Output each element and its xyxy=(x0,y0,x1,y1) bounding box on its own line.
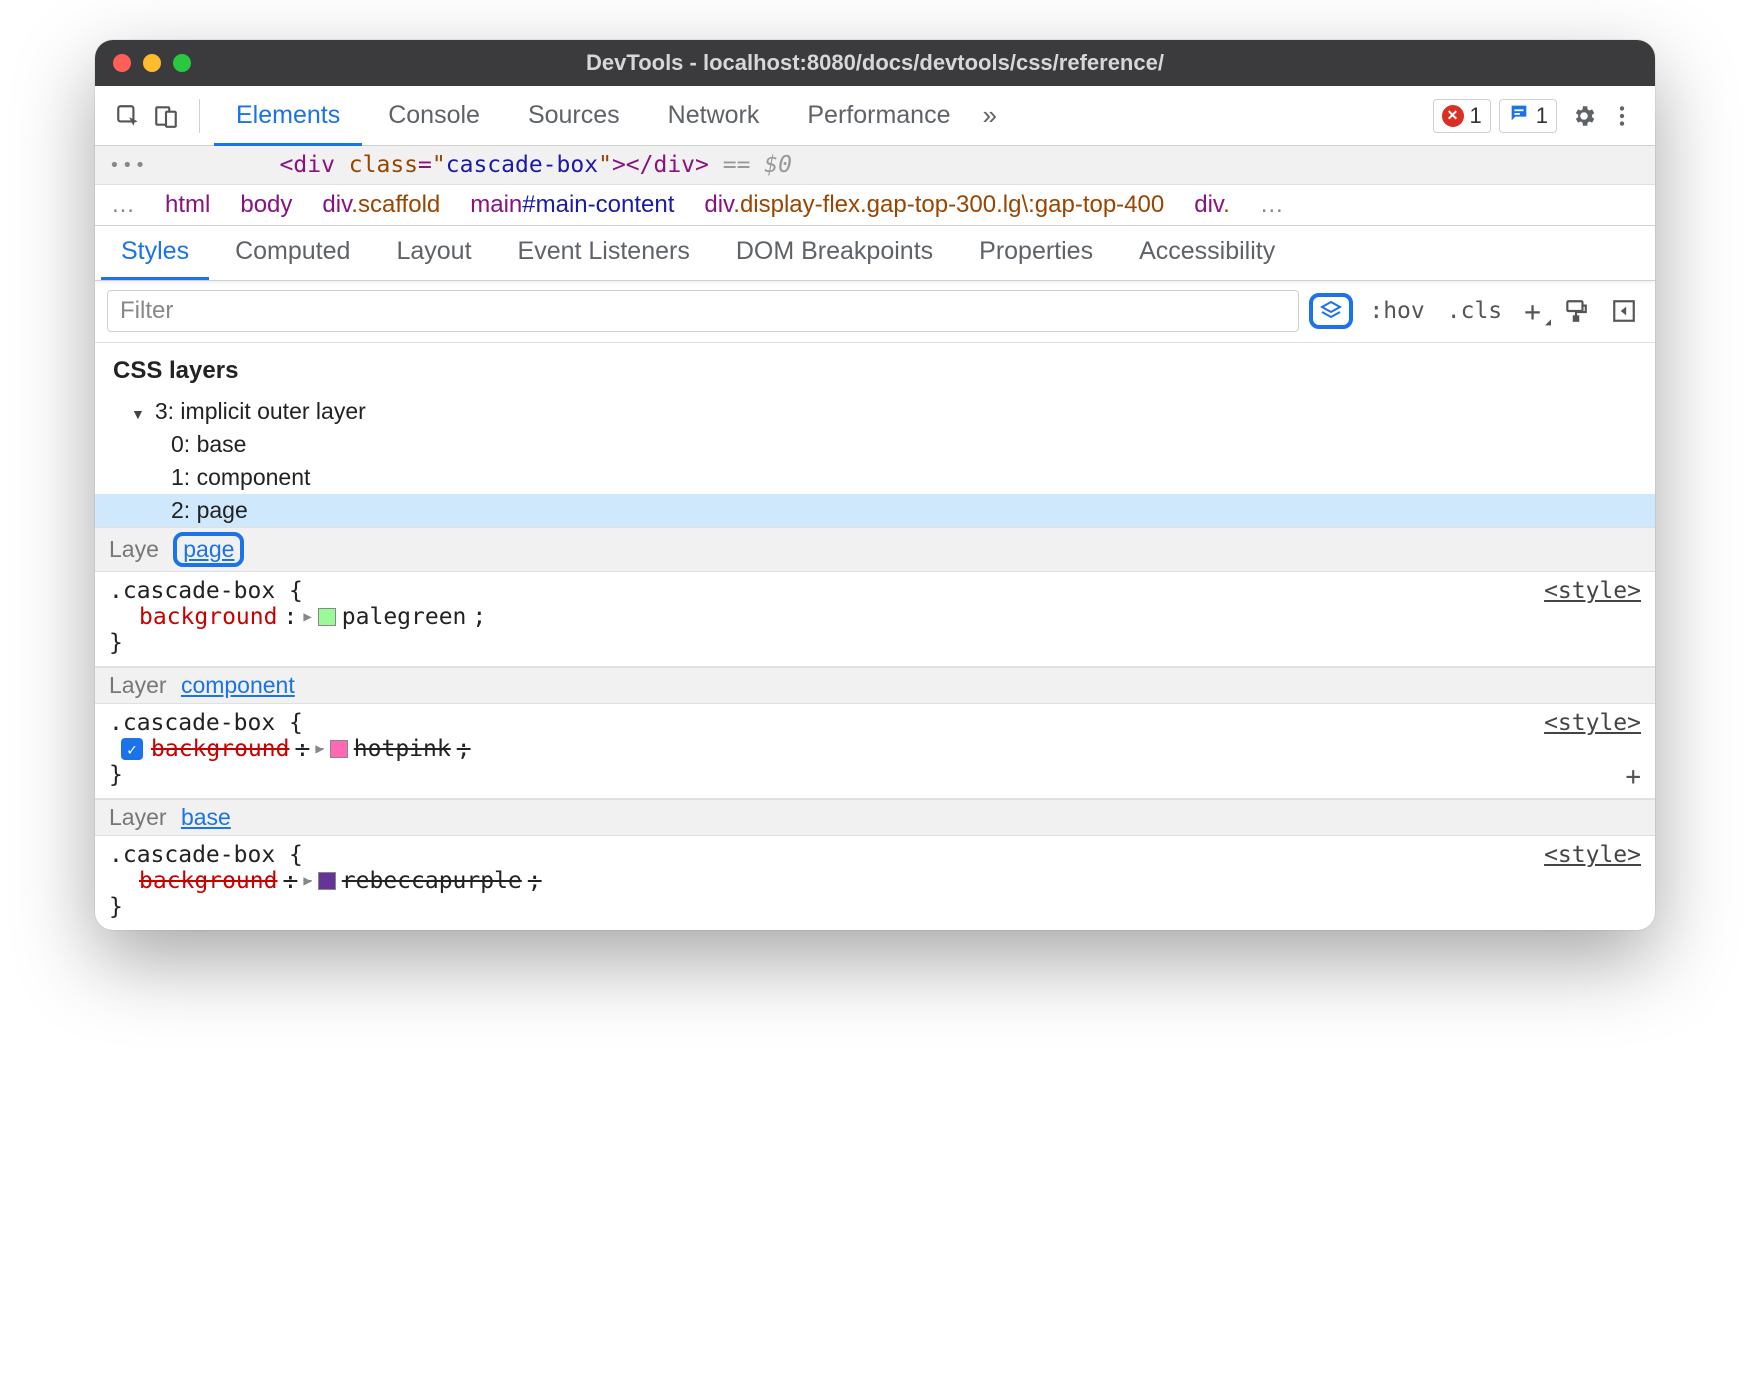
kebab-menu-icon[interactable] xyxy=(1603,97,1641,135)
expand-shorthand-icon[interactable]: ▶ xyxy=(303,609,311,625)
crumb-overflow-left[interactable]: … xyxy=(111,191,135,219)
devtools-window: DevTools - localhost:8080/docs/devtools/… xyxy=(95,40,1655,930)
subtab-layout[interactable]: Layout xyxy=(376,226,491,280)
layer-label-page: Laye page xyxy=(95,527,1655,572)
issues-badge[interactable]: 1 xyxy=(1499,99,1557,133)
subtab-styles[interactable]: Styles xyxy=(101,226,209,280)
styles-subtabs: Styles Computed Layout Event Listeners D… xyxy=(95,226,1655,280)
layer-link-page[interactable]: page xyxy=(173,532,244,567)
subtab-dom-breakpoints[interactable]: DOM Breakpoints xyxy=(716,226,953,280)
rule-selector[interactable]: .cascade-box xyxy=(109,710,275,736)
issues-count: 1 xyxy=(1536,103,1548,129)
crumb-div-trail[interactable]: div. xyxy=(1194,191,1230,219)
tab-performance[interactable]: Performance xyxy=(785,87,972,146)
crumb-div-flex[interactable]: div.display-flex.gap-top-300.lg\:gap-top… xyxy=(704,191,1164,219)
close-window-button[interactable] xyxy=(113,54,131,72)
css-rule-base[interactable]: <style> .cascade-box { background: ▶ reb… xyxy=(95,836,1655,930)
declaration-checkbox[interactable]: ✓ xyxy=(121,738,143,760)
crumb-main[interactable]: main#main-content xyxy=(470,191,674,219)
toggle-layers-button[interactable] xyxy=(1309,293,1353,329)
color-swatch[interactable] xyxy=(330,740,348,758)
styles-filter-row: :hov .cls +◢ xyxy=(95,280,1655,343)
paint-icon[interactable] xyxy=(1557,292,1595,330)
main-tabs: Elements Console Sources Network Perform… xyxy=(214,86,972,145)
hov-button[interactable]: :hov xyxy=(1363,296,1430,326)
tab-sources[interactable]: Sources xyxy=(506,87,642,146)
issues-icon xyxy=(1508,102,1530,130)
rule-selector[interactable]: .cascade-box xyxy=(109,578,275,604)
subtab-accessibility[interactable]: Accessibility xyxy=(1119,226,1295,280)
css-rule-page[interactable]: <style> .cascade-box { background: ▶ pal… xyxy=(95,572,1655,667)
subtab-properties[interactable]: Properties xyxy=(959,226,1113,280)
layer-link-component[interactable]: component xyxy=(181,672,295,699)
settings-icon[interactable] xyxy=(1565,97,1603,135)
css-rule-component[interactable]: <style> + .cascade-box { ✓ background: ▶… xyxy=(95,704,1655,799)
expand-shorthand-icon[interactable]: ▶ xyxy=(315,741,323,757)
main-toolbar: Elements Console Sources Network Perform… xyxy=(95,86,1655,146)
rule-selector[interactable]: .cascade-box xyxy=(109,842,275,868)
dom-breadcrumb: … html body div.scaffold main#main-conte… xyxy=(95,185,1655,226)
layer-link-base[interactable]: base xyxy=(181,804,231,831)
error-icon: ✕ xyxy=(1442,105,1464,127)
errors-badge[interactable]: ✕ 1 xyxy=(1433,99,1491,133)
crumb-body[interactable]: body xyxy=(240,191,292,219)
tab-network[interactable]: Network xyxy=(646,87,782,146)
layer-row-page[interactable]: 2: page xyxy=(95,494,1655,527)
subtab-computed[interactable]: Computed xyxy=(215,226,370,280)
rule-source-link[interactable]: <style> xyxy=(1544,842,1641,868)
color-swatch[interactable] xyxy=(318,608,336,626)
css-layers-tree: 3: implicit outer layer 0: base 1: compo… xyxy=(95,395,1655,527)
css-declaration[interactable]: background: ▶ palegreen; xyxy=(109,604,1641,630)
errors-count: 1 xyxy=(1470,103,1482,129)
layer-row-base[interactable]: 0: base xyxy=(95,428,1655,461)
window-controls xyxy=(113,54,191,72)
subtab-event-listeners[interactable]: Event Listeners xyxy=(498,226,710,280)
css-layers-heading: CSS layers xyxy=(95,343,1655,395)
layers-icon xyxy=(1319,299,1343,323)
minimize-window-button[interactable] xyxy=(143,54,161,72)
titlebar: DevTools - localhost:8080/docs/devtools/… xyxy=(95,40,1655,86)
new-rule-button[interactable]: +◢ xyxy=(1518,293,1547,330)
rule-source-link[interactable]: <style> xyxy=(1544,578,1641,604)
window-title: DevTools - localhost:8080/docs/devtools/… xyxy=(95,50,1655,76)
separator xyxy=(199,99,200,133)
color-swatch[interactable] xyxy=(318,872,336,890)
inspect-element-icon[interactable] xyxy=(109,97,147,135)
expand-shorthand-icon[interactable]: ▶ xyxy=(303,873,311,889)
css-declaration[interactable]: background: ▶ rebeccapurple; xyxy=(109,868,1641,894)
filter-input[interactable] xyxy=(107,290,1299,332)
crumb-div-scaffold[interactable]: div.scaffold xyxy=(322,191,440,219)
css-declaration[interactable]: ✓ background: ▶ hotpink; xyxy=(109,736,1641,762)
layer-label-base: Layer base xyxy=(95,799,1655,836)
ellipsis-icon: ••• xyxy=(109,155,148,176)
crumb-overflow-right[interactable]: … xyxy=(1260,191,1284,219)
dom-preview-line[interactable]: ••• <div class="cascade-box"></div> == $… xyxy=(95,146,1655,185)
cls-button[interactable]: .cls xyxy=(1441,296,1508,326)
crumb-html[interactable]: html xyxy=(165,191,210,219)
rule-source-link[interactable]: <style> xyxy=(1544,710,1641,736)
tab-elements[interactable]: Elements xyxy=(214,87,362,146)
layer-label-component: Layer component xyxy=(95,667,1655,704)
device-toolbar-icon[interactable] xyxy=(147,97,185,135)
more-tabs-button[interactable]: » xyxy=(972,100,1006,131)
maximize-window-button[interactable] xyxy=(173,54,191,72)
layer-row-component[interactable]: 1: component xyxy=(95,461,1655,494)
computed-panel-icon[interactable] xyxy=(1605,292,1643,330)
add-declaration-button[interactable]: + xyxy=(1625,762,1641,792)
tab-console[interactable]: Console xyxy=(366,87,502,146)
dom-snippet: <div class="cascade-box"></div> == $0 xyxy=(160,152,792,178)
layer-row-root[interactable]: 3: implicit outer layer xyxy=(95,395,1655,428)
